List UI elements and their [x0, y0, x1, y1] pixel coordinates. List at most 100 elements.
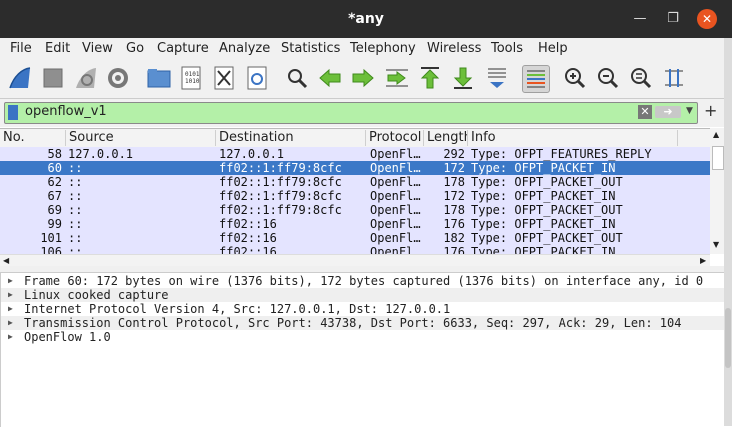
menu-help[interactable]: Help [538, 41, 568, 56]
menu-edit[interactable]: Edit [45, 41, 70, 56]
title-bar: *any — ❐ ✕ [0, 0, 732, 38]
detail-row-frame[interactable]: ▶ Frame 60: 172 bytes on wire (1376 bits… [1, 274, 725, 288]
expand-arrow-icon[interactable]: ▶ [8, 274, 13, 288]
restart-capture-icon[interactable] [73, 65, 99, 91]
zoom-out-icon[interactable] [595, 65, 621, 91]
packet-source: :: [68, 217, 83, 231]
scroll-left-icon[interactable]: ◀ [3, 256, 9, 265]
go-back-icon[interactable] [317, 65, 343, 91]
window-title: *any [348, 11, 384, 27]
packet-row[interactable]: 67 :: ff02::1:ff79:8cfc OpenFl… 172 Type… [0, 189, 710, 203]
packet-row-selected[interactable]: 60 :: ff02::1:ff79:8cfc OpenFl… 172 Type… [0, 161, 710, 175]
colorize-icon[interactable] [522, 65, 550, 93]
packet-list-vertical-scrollbar[interactable]: ▲ ▼ [710, 128, 724, 254]
menu-go[interactable]: Go [126, 41, 144, 56]
packet-destination: ff02::1:ff79:8cfc [219, 161, 342, 175]
detail-text: Frame 60: 172 bytes on wire (1376 bits),… [24, 274, 704, 288]
column-header-protocol[interactable]: Protocol [366, 130, 424, 146]
close-file-icon[interactable] [211, 65, 237, 91]
packet-no: 99 [47, 217, 62, 231]
autoscroll-icon[interactable] [484, 65, 510, 91]
packet-length: 292 [443, 147, 465, 161]
detail-text: Linux cooked capture [24, 288, 169, 302]
packet-list: No. Source Destination Protocol Length I… [0, 128, 710, 255]
menu-file[interactable]: File [10, 41, 32, 56]
packet-length: 172 [443, 189, 465, 203]
column-header-no[interactable]: No. [0, 130, 66, 146]
packet-destination: ff02::1:ff79:8cfc [219, 175, 342, 189]
column-header-source[interactable]: Source [66, 130, 216, 146]
packet-protocol: OpenFl… [370, 189, 421, 203]
svg-text:1010: 1010 [185, 78, 200, 85]
packet-info: Type: OFPT_PACKET_OUT [471, 231, 623, 245]
resize-columns-icon[interactable] [661, 65, 687, 91]
chevron-down-icon[interactable]: ▼ [686, 106, 693, 116]
go-to-packet-icon[interactable] [384, 65, 410, 91]
packet-destination: ff02::1:ff79:8cfc [219, 203, 342, 217]
window-scroll-thumb[interactable] [725, 308, 731, 368]
packet-source: :: [68, 231, 83, 245]
menu-analyze[interactable]: Analyze [219, 41, 270, 56]
expand-arrow-icon[interactable]: ▶ [8, 302, 13, 316]
menu-telephony[interactable]: Telephony [350, 41, 416, 56]
capture-options-icon[interactable] [105, 65, 131, 91]
packet-info: Type: OFPT_PACKET_OUT [471, 175, 623, 189]
close-icon[interactable]: ✕ [697, 9, 717, 29]
column-header-info[interactable]: Info [468, 130, 678, 146]
scroll-right-icon[interactable]: ▶ [700, 256, 706, 265]
packet-destination: 127.0.0.1 [219, 147, 285, 161]
save-file-icon[interactable]: 0101 1010 [178, 65, 204, 91]
find-packet-icon[interactable] [284, 65, 310, 91]
packet-row[interactable]: 69 :: ff02::1:ff79:8cfc OpenFl… 178 Type… [0, 203, 710, 217]
menu-wireless[interactable]: Wireless [427, 41, 481, 56]
detail-row-openflow[interactable]: ▶ OpenFlow 1.0 [1, 330, 725, 344]
display-filter-input[interactable]: openflow_v1 ✕ ➜ ▼ [4, 102, 698, 124]
zoom-in-icon[interactable] [562, 65, 588, 91]
menu-statistics[interactable]: Statistics [281, 41, 340, 56]
maximize-icon[interactable]: ❐ [664, 10, 682, 28]
detail-row-tcp[interactable]: ▶ Transmission Control Protocol, Src Por… [1, 316, 725, 330]
packet-row[interactable]: 99 :: ff02::16 OpenFl… 176 Type: OFPT_PA… [0, 217, 710, 231]
clear-filter-icon[interactable]: ✕ [638, 105, 652, 119]
zoom-normal-icon[interactable] [628, 65, 654, 91]
detail-row-ipv4[interactable]: ▶ Internet Protocol Version 4, Src: 127.… [1, 302, 725, 316]
apply-filter-icon[interactable]: ➜ [655, 106, 681, 118]
filter-text[interactable]: openflow_v1 [25, 104, 107, 119]
packet-row[interactable]: 58 127.0.0.1 127.0.0.1 OpenFl… 292 Type:… [0, 147, 710, 161]
packet-no: 101 [40, 231, 62, 245]
expand-arrow-icon[interactable]: ▶ [8, 330, 13, 344]
reload-file-icon[interactable] [244, 65, 270, 91]
packet-length: 176 [443, 217, 465, 231]
go-first-icon[interactable] [417, 65, 443, 91]
go-forward-icon[interactable] [350, 65, 376, 91]
bookmark-icon[interactable] [8, 105, 18, 120]
menu-tools[interactable]: Tools [491, 41, 523, 56]
packet-row[interactable]: 101 :: ff02::16 OpenFl… 182 Type: OFPT_P… [0, 231, 710, 245]
column-header-destination[interactable]: Destination [216, 130, 366, 146]
packet-row[interactable]: 62 :: ff02::1:ff79:8cfc OpenFl… 178 Type… [0, 175, 710, 189]
menu-view[interactable]: View [82, 41, 113, 56]
packet-length: 172 [443, 161, 465, 175]
start-capture-icon[interactable] [7, 65, 33, 91]
minimize-icon[interactable]: — [631, 10, 649, 28]
add-filter-button[interactable]: + [704, 101, 717, 120]
open-file-icon[interactable] [146, 65, 172, 91]
expand-arrow-icon[interactable]: ▶ [8, 288, 13, 302]
menu-capture[interactable]: Capture [157, 41, 209, 56]
scroll-down-icon[interactable]: ▼ [713, 240, 719, 249]
window-scrollbar[interactable] [724, 38, 732, 426]
packet-info: Type: OFPT_FEATURES_REPLY [471, 147, 652, 161]
stop-capture-icon[interactable] [40, 65, 66, 91]
detail-text: Internet Protocol Version 4, Src: 127.0.… [24, 302, 451, 316]
detail-row-linux-cooked[interactable]: ▶ Linux cooked capture [1, 288, 725, 302]
menu-bar: File Edit View Go Capture Analyze Statis… [0, 38, 724, 60]
main-toolbar: 0101 1010 [0, 60, 724, 99]
expand-arrow-icon[interactable]: ▶ [8, 316, 13, 330]
go-last-icon[interactable] [450, 65, 476, 91]
packet-no: 69 [47, 203, 62, 217]
packet-protocol: OpenFl… [370, 147, 421, 161]
scroll-thumb[interactable] [712, 146, 724, 170]
packet-protocol: OpenFl… [370, 161, 421, 175]
scroll-up-icon[interactable]: ▲ [713, 130, 719, 139]
column-header-length[interactable]: Length [424, 130, 468, 146]
